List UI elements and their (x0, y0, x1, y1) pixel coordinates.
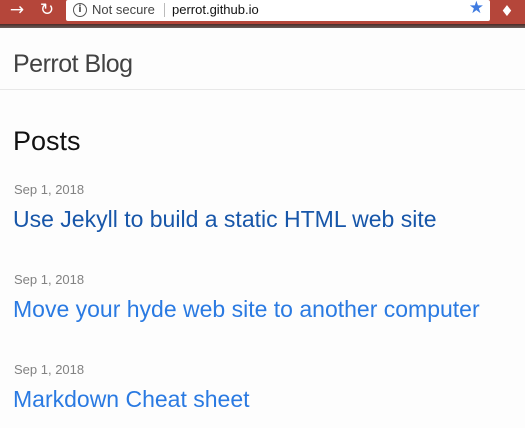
post-date: Sep 1, 2018 (14, 272, 85, 287)
posts-heading: Posts (13, 126, 81, 156)
extension-icon[interactable]: ♦ (497, 1, 517, 21)
address-bar[interactable]: i Not secure perrot.github.io ★ (66, 0, 490, 21)
security-status-label[interactable]: Not secure (92, 2, 155, 17)
post-date: Sep 1, 2018 (14, 182, 85, 197)
post-link[interactable]: Use Jekyll to build a static HTML web si… (13, 206, 437, 233)
url-text[interactable]: perrot.github.io (172, 2, 259, 17)
info-icon[interactable]: i (73, 3, 87, 17)
address-divider (164, 3, 165, 17)
browser-toolbar: → ↻ i Not secure perrot.github.io ★ ♦ (0, 0, 525, 24)
reload-icon[interactable]: ↻ (36, 0, 58, 22)
forward-arrow-icon[interactable]: → (6, 0, 28, 22)
bookmark-star-icon[interactable]: ★ (469, 0, 484, 18)
post-link[interactable]: Markdown Cheat sheet (13, 386, 250, 413)
post-link[interactable]: Move your hyde web site to another compu… (13, 296, 480, 323)
site-header: Perrot Blog (0, 28, 525, 90)
site-title-link[interactable]: Perrot Blog (13, 50, 133, 79)
post-date: Sep 1, 2018 (14, 362, 85, 377)
